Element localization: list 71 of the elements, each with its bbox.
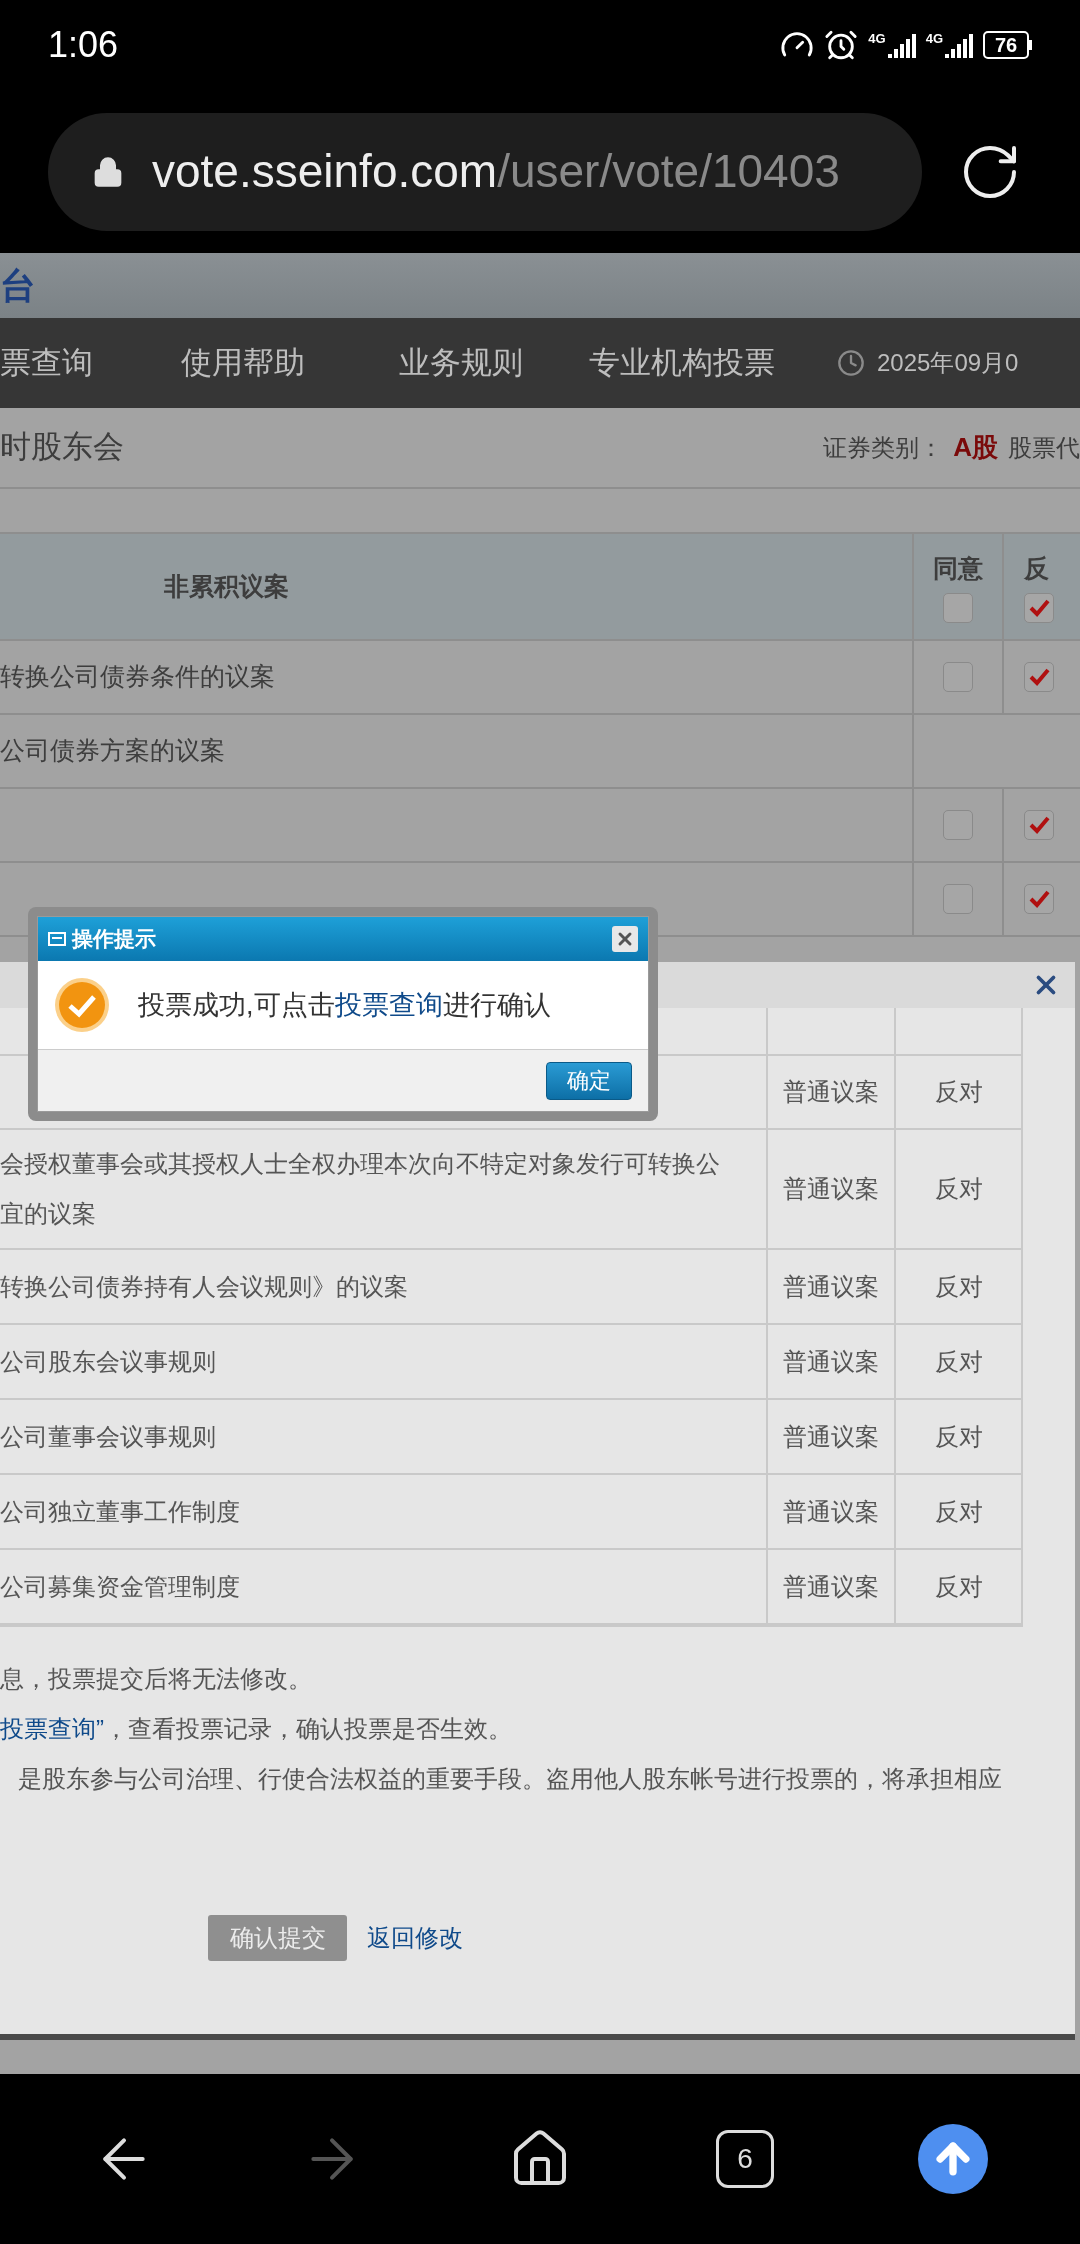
notice-text: 是股东参与公司治理、行使合法权益的重要手段。盗用他人股东帐号进行投票的，将承担相应	[17, 1764, 1003, 1794]
back-link[interactable]: 返回修改	[367, 1920, 463, 1956]
site-title: 台	[0, 263, 36, 308]
query-link[interactable]: 投票查询	[334, 989, 443, 1020]
proposal-type: 普通议案	[783, 1421, 879, 1452]
address-bar[interactable]: vote.sseinfo.com/user/vote/10403	[48, 112, 922, 231]
checkbox[interactable]	[943, 662, 973, 692]
checkbox[interactable]	[1024, 810, 1054, 840]
vote-choice: 反对	[934, 1421, 983, 1452]
proposal-name: 公司董事会议事规则	[0, 1421, 217, 1452]
url-text: vote.sseinfo.com/user/vote/10403	[152, 144, 840, 199]
proposal-type: 普通议案	[783, 1271, 879, 1302]
window-icon	[48, 932, 66, 946]
proposal-name: 宜的议案	[0, 1199, 97, 1229]
check-icon	[1028, 666, 1050, 688]
dialog-message: 投票成功,可点击投票查询进行确认	[138, 988, 551, 1022]
column-header: 同意	[933, 552, 983, 584]
category-value: A股	[953, 431, 998, 464]
clock-icon	[837, 349, 865, 377]
checkbox[interactable]	[943, 593, 973, 624]
check-icon	[1028, 888, 1050, 910]
network-label: 4G	[925, 32, 943, 45]
checkbox[interactable]	[1024, 593, 1054, 624]
proposal-name: 会授权董事会或其授权人士全权办理本次向不特定对象发行可转换公	[0, 1149, 721, 1179]
proposal-type: 普通议案	[783, 1174, 879, 1204]
code-label: 股票代	[1008, 432, 1080, 463]
lock-icon	[92, 155, 124, 188]
checkbox[interactable]	[1024, 662, 1054, 692]
category-label: 证券类别：	[823, 432, 944, 463]
proposal-name: 公司募集资金管理制度	[0, 1571, 241, 1602]
notice-text: 投票查询”，查看投票记录，确认投票是否生效。	[0, 1714, 513, 1744]
proposal-name: 公司债券方案的议案	[0, 735, 225, 767]
ok-button[interactable]: 确定	[546, 1061, 632, 1100]
vote-choice: 反对	[934, 1271, 983, 1302]
signal-icon	[945, 32, 973, 58]
vote-choice: 反对	[934, 1571, 983, 1602]
nav-link[interactable]: 票查询	[0, 339, 181, 387]
close-button[interactable]	[612, 926, 638, 952]
proposal-type: 普通议案	[783, 1346, 879, 1377]
battery-level: 76	[994, 35, 1018, 55]
date-text: 2025年09月0	[877, 348, 1019, 378]
network-label: 4G	[868, 32, 886, 45]
notice-text: 息，投票提交后将无法修改。	[0, 1664, 313, 1694]
dialog-title: 操作提示	[72, 926, 157, 953]
column-header: 反	[1024, 552, 1049, 584]
nav-link[interactable]: 专业机构投票	[589, 339, 789, 387]
meeting-title: 时股东会	[0, 428, 124, 467]
proposal-name: 公司股东会议事规则	[0, 1346, 217, 1377]
vote-choice: 反对	[934, 1496, 983, 1527]
proposal-type: 普通议案	[783, 1571, 879, 1602]
proposal-name: 转换公司债券条件的议案	[0, 661, 275, 693]
vote-choice: 反对	[934, 1077, 983, 1107]
proposal-name: 转换公司债券持有人会议规则》的议案	[0, 1271, 409, 1302]
status-time: 1:06	[48, 23, 119, 67]
signal-icon	[887, 32, 916, 58]
query-link[interactable]: 投票查询”	[0, 1715, 104, 1742]
proposal-type: 普通议案	[783, 1077, 879, 1107]
checkbox[interactable]	[943, 810, 973, 840]
checkbox[interactable]	[1024, 884, 1054, 914]
alarm-icon	[824, 28, 859, 62]
vote-choice: 反对	[934, 1346, 983, 1377]
nav-link[interactable]: 业务规则	[399, 339, 589, 387]
column-header: 非累积议案	[163, 570, 289, 602]
check-icon	[1028, 814, 1050, 836]
checkbox[interactable]	[943, 884, 973, 914]
vote-choice: 反对	[934, 1174, 983, 1204]
tabs-button[interactable]: 6	[716, 2130, 774, 2188]
proposal-type: 普通议案	[783, 1496, 879, 1527]
nav-link[interactable]: 使用帮助	[181, 339, 399, 387]
proposal-name: 公司独立董事工作制度	[0, 1496, 241, 1527]
success-icon	[54, 977, 110, 1033]
